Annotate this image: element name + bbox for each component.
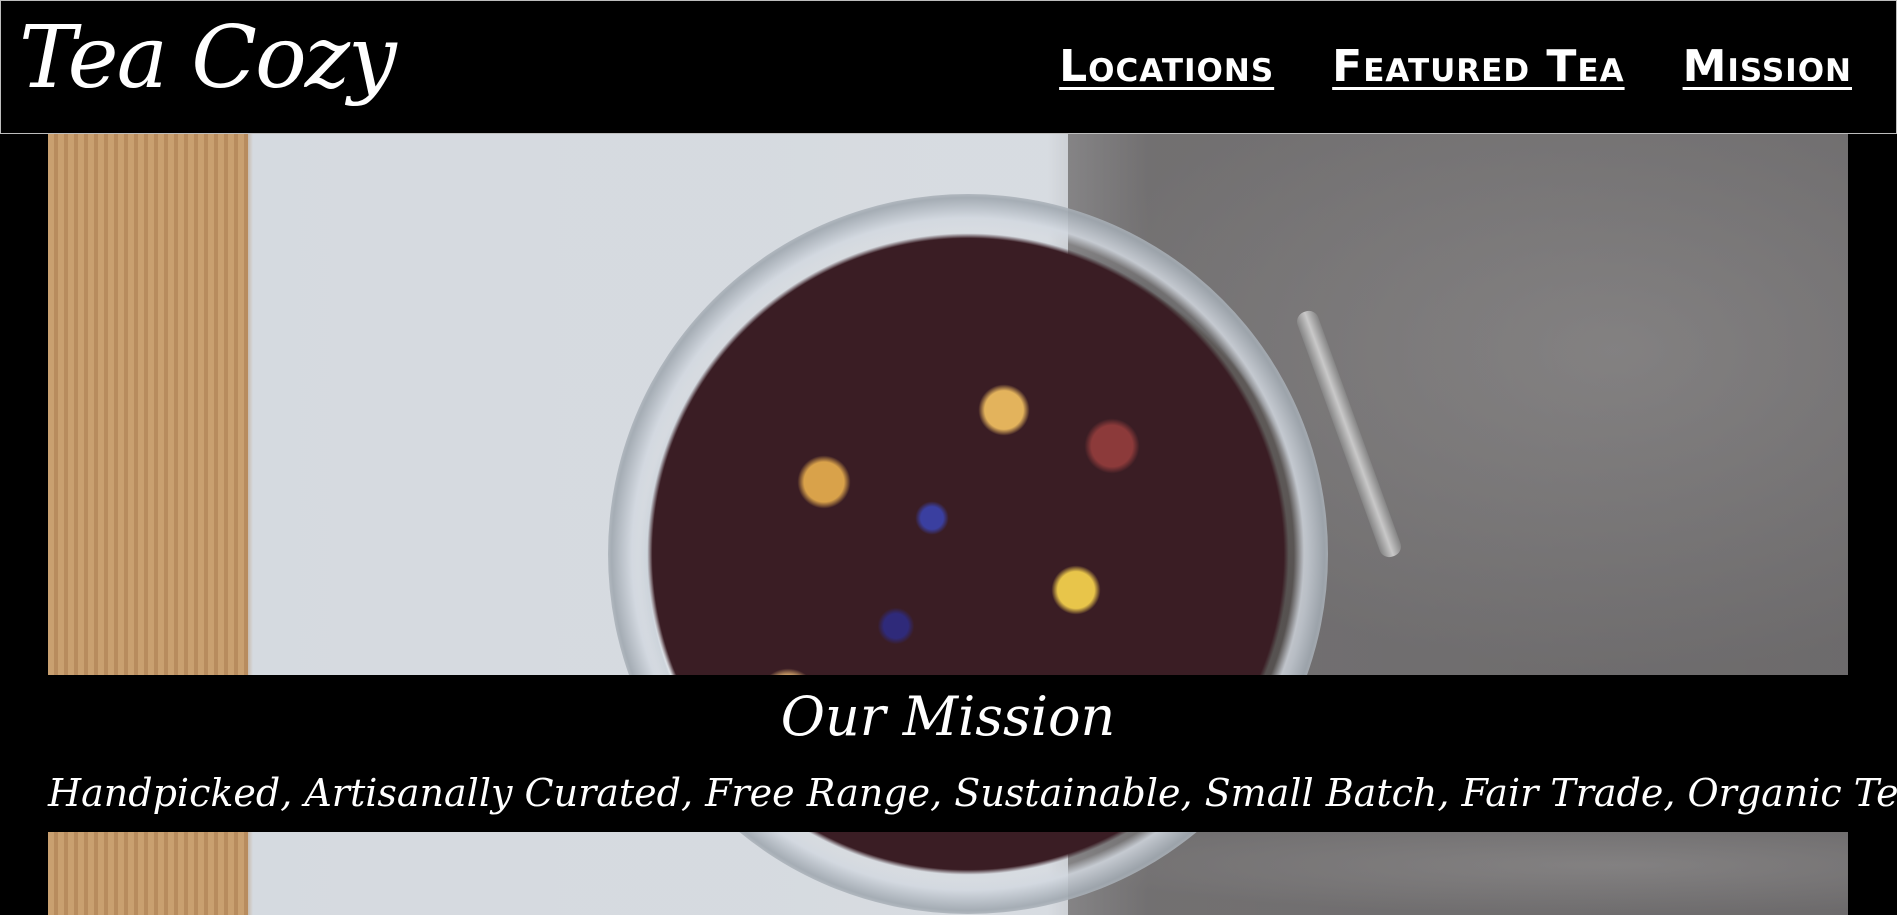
nav-link-featured-tea[interactable]: Featured Tea: [1332, 41, 1624, 92]
nav-link-locations[interactable]: Locations: [1059, 41, 1274, 92]
page: Tea Cozy Locations Featured Tea Mission …: [0, 0, 1897, 915]
site-logo[interactable]: Tea Cozy: [19, 7, 397, 110]
mission-section: Our Mission Handpicked, Artisanally Cura…: [48, 675, 1897, 832]
nav-link-mission[interactable]: Mission: [1683, 41, 1852, 92]
hero-tea-jar-image: [48, 134, 1848, 675]
towel-cloth: [1068, 832, 1848, 915]
site-header: Tea Cozy Locations Featured Tea Mission: [0, 0, 1897, 134]
wooden-board: [48, 134, 248, 675]
mission-heading: Our Mission: [780, 685, 1116, 748]
wooden-board: [48, 832, 248, 915]
tea-jar-image-continued: [48, 832, 1848, 915]
mission-statement: Handpicked, Artisanally Curated, Free Ra…: [48, 771, 1897, 815]
main-nav: Locations Featured Tea Mission: [1059, 41, 1852, 92]
